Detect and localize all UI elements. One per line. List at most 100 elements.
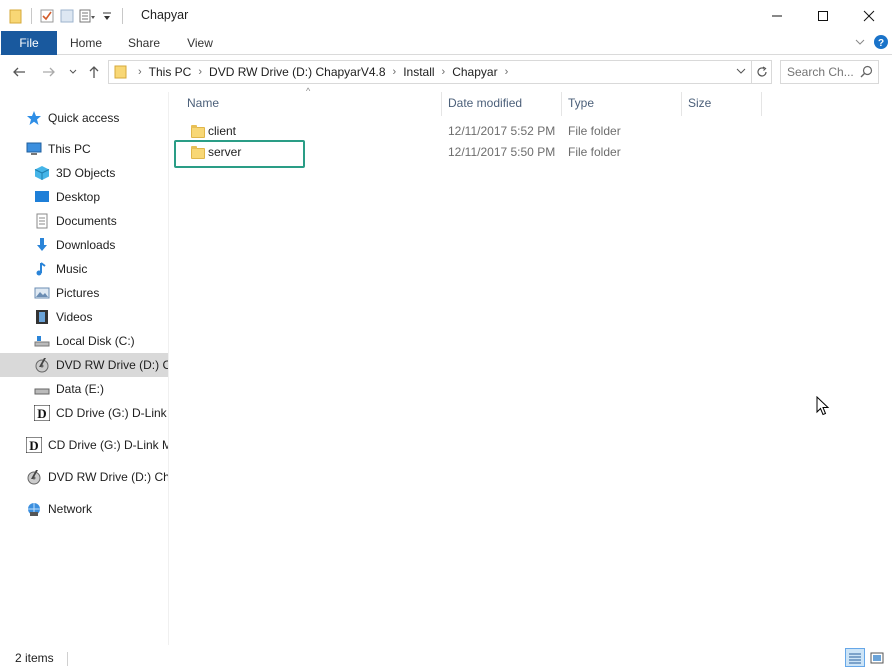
- details-view-button[interactable]: [845, 648, 865, 667]
- close-button[interactable]: [846, 0, 892, 31]
- navigation-bar: › This PC › DVD RW Drive (D:) ChapyarV4.…: [0, 56, 892, 88]
- nav-item-downloads[interactable]: Downloads: [0, 233, 168, 257]
- close-icon: [863, 10, 875, 21]
- forward-button[interactable]: [40, 63, 58, 81]
- help-icon[interactable]: ?: [874, 35, 888, 49]
- nav-item-label: Music: [56, 262, 88, 276]
- mouse-cursor-icon: [816, 396, 830, 416]
- chevron-down-icon[interactable]: [99, 8, 115, 24]
- breadcrumb-dvd-drive[interactable]: DVD RW Drive (D:) ChapyarV4.8: [209, 65, 385, 79]
- file-date: 12/11/2017 5:50 PM: [448, 145, 556, 159]
- column-divider[interactable]: [561, 92, 562, 116]
- nav-item-cd-drive-g-root[interactable]: D CD Drive (G:) D-Link M: [0, 433, 168, 457]
- file-type: File folder: [568, 124, 621, 138]
- nav-item-data-e[interactable]: Data (E:): [0, 377, 168, 401]
- music-icon: [34, 261, 50, 277]
- title-bar: Chapyar: [0, 0, 892, 32]
- column-divider[interactable]: [441, 92, 442, 116]
- breadcrumb-chevron-icon[interactable]: ›: [393, 66, 397, 78]
- customize-view-icon[interactable]: [79, 8, 95, 24]
- large-icons-view-button[interactable]: [867, 648, 887, 667]
- search-icon: [860, 65, 873, 78]
- refresh-button[interactable]: [752, 60, 772, 84]
- highlight-box: [174, 140, 305, 168]
- cube-icon: [34, 165, 50, 181]
- tab-share[interactable]: Share: [120, 31, 168, 55]
- nav-item-label: Documents: [56, 214, 117, 228]
- maximize-icon: [818, 10, 828, 21]
- address-dropdown-icon[interactable]: [735, 65, 747, 77]
- column-header-date[interactable]: Date modified: [448, 92, 558, 114]
- breadcrumb-chapyar[interactable]: Chapyar: [452, 65, 497, 79]
- breadcrumb-this-pc[interactable]: This PC: [149, 65, 192, 79]
- breadcrumb-chevron-icon[interactable]: ›: [442, 66, 446, 78]
- minimize-icon: [772, 15, 782, 16]
- column-divider[interactable]: [761, 92, 762, 116]
- expand-ribbon-icon[interactable]: [854, 36, 866, 48]
- nav-item-videos[interactable]: Videos: [0, 305, 168, 329]
- breadcrumb-chevron-icon[interactable]: ›: [198, 66, 202, 78]
- nav-item-label: Videos: [56, 310, 93, 324]
- file-date: 12/11/2017 5:52 PM: [448, 124, 556, 138]
- status-item-count: 2 items: [15, 651, 54, 665]
- new-folder-icon[interactable]: [59, 8, 75, 24]
- file-name[interactable]: client: [208, 124, 236, 138]
- nav-item-network[interactable]: Network: [0, 497, 168, 521]
- large-icons-view-icon: [870, 652, 884, 663]
- nav-item-cd-drive-g[interactable]: D CD Drive (G:) D-Link I: [0, 401, 168, 425]
- tab-view[interactable]: View: [176, 31, 224, 55]
- up-button[interactable]: [85, 63, 103, 81]
- window-title: Chapyar: [141, 8, 189, 22]
- search-box[interactable]: [780, 60, 879, 84]
- ribbon-tabs: File Home Share View ?: [0, 31, 892, 55]
- dvd-icon: [26, 469, 42, 485]
- nav-item-pictures[interactable]: Pictures: [0, 281, 168, 305]
- drive-icon: [34, 333, 50, 349]
- nav-item-music[interactable]: Music: [0, 257, 168, 281]
- tab-home[interactable]: Home: [62, 31, 110, 55]
- ribbon-controls: ?: [854, 35, 888, 49]
- nav-item-3d-objects[interactable]: 3D Objects: [0, 161, 168, 185]
- navigation-pane: Quick access This PC 3D Objects Desktop …: [0, 92, 168, 645]
- nav-item-dvd-drive-d-root[interactable]: DVD RW Drive (D:) Cha: [0, 465, 168, 489]
- nav-item-local-disk-c[interactable]: Local Disk (C:): [0, 329, 168, 353]
- download-icon: [34, 237, 50, 253]
- quick-access-toolbar: [8, 7, 126, 25]
- desktop-icon: [34, 189, 50, 205]
- pane-divider[interactable]: [168, 92, 169, 645]
- column-divider[interactable]: [681, 92, 682, 116]
- recent-locations-button[interactable]: [64, 63, 82, 81]
- pictures-icon: [34, 285, 50, 301]
- nav-item-label: This PC: [48, 142, 91, 156]
- address-bar[interactable]: › This PC › DVD RW Drive (D:) ChapyarV4.…: [108, 60, 752, 84]
- toolbar-divider: [122, 8, 123, 24]
- search-input[interactable]: [787, 64, 859, 80]
- nav-item-documents[interactable]: Documents: [0, 209, 168, 233]
- drive-icon: [34, 381, 50, 397]
- nav-item-label: CD Drive (G:) D-Link I: [56, 406, 168, 420]
- nav-item-this-pc[interactable]: This PC: [0, 137, 168, 161]
- folder-icon: [190, 124, 205, 138]
- nav-item-quick-access[interactable]: Quick access: [0, 106, 168, 130]
- details-view-icon: [849, 653, 861, 663]
- properties-icon[interactable]: [39, 8, 55, 24]
- nav-item-label: Desktop: [56, 190, 101, 204]
- column-header-type[interactable]: Type: [568, 92, 678, 114]
- back-button[interactable]: [10, 63, 28, 81]
- column-header-size[interactable]: Size: [688, 92, 758, 114]
- breadcrumb-chevron-icon[interactable]: ›: [505, 66, 509, 78]
- breadcrumb: › This PC › DVD RW Drive (D:) ChapyarV4.…: [131, 65, 515, 79]
- svg-text:D: D: [29, 438, 38, 453]
- nav-item-desktop[interactable]: Desktop: [0, 185, 168, 209]
- file-row-client[interactable]: client 12/11/2017 5:52 PM File folder: [180, 121, 760, 142]
- nav-item-dvd-drive-d[interactable]: DVD RW Drive (D:) Ch: [0, 353, 168, 377]
- tab-file[interactable]: File: [1, 31, 57, 55]
- column-header-name[interactable]: Name: [187, 92, 437, 114]
- maximize-button[interactable]: [800, 0, 846, 31]
- nav-item-label: Pictures: [56, 286, 100, 300]
- folder-icon[interactable]: [8, 8, 24, 24]
- svg-text:D: D: [37, 406, 46, 421]
- breadcrumb-chevron-icon: ›: [138, 66, 142, 78]
- breadcrumb-install[interactable]: Install: [403, 65, 434, 79]
- minimize-button[interactable]: [754, 0, 800, 31]
